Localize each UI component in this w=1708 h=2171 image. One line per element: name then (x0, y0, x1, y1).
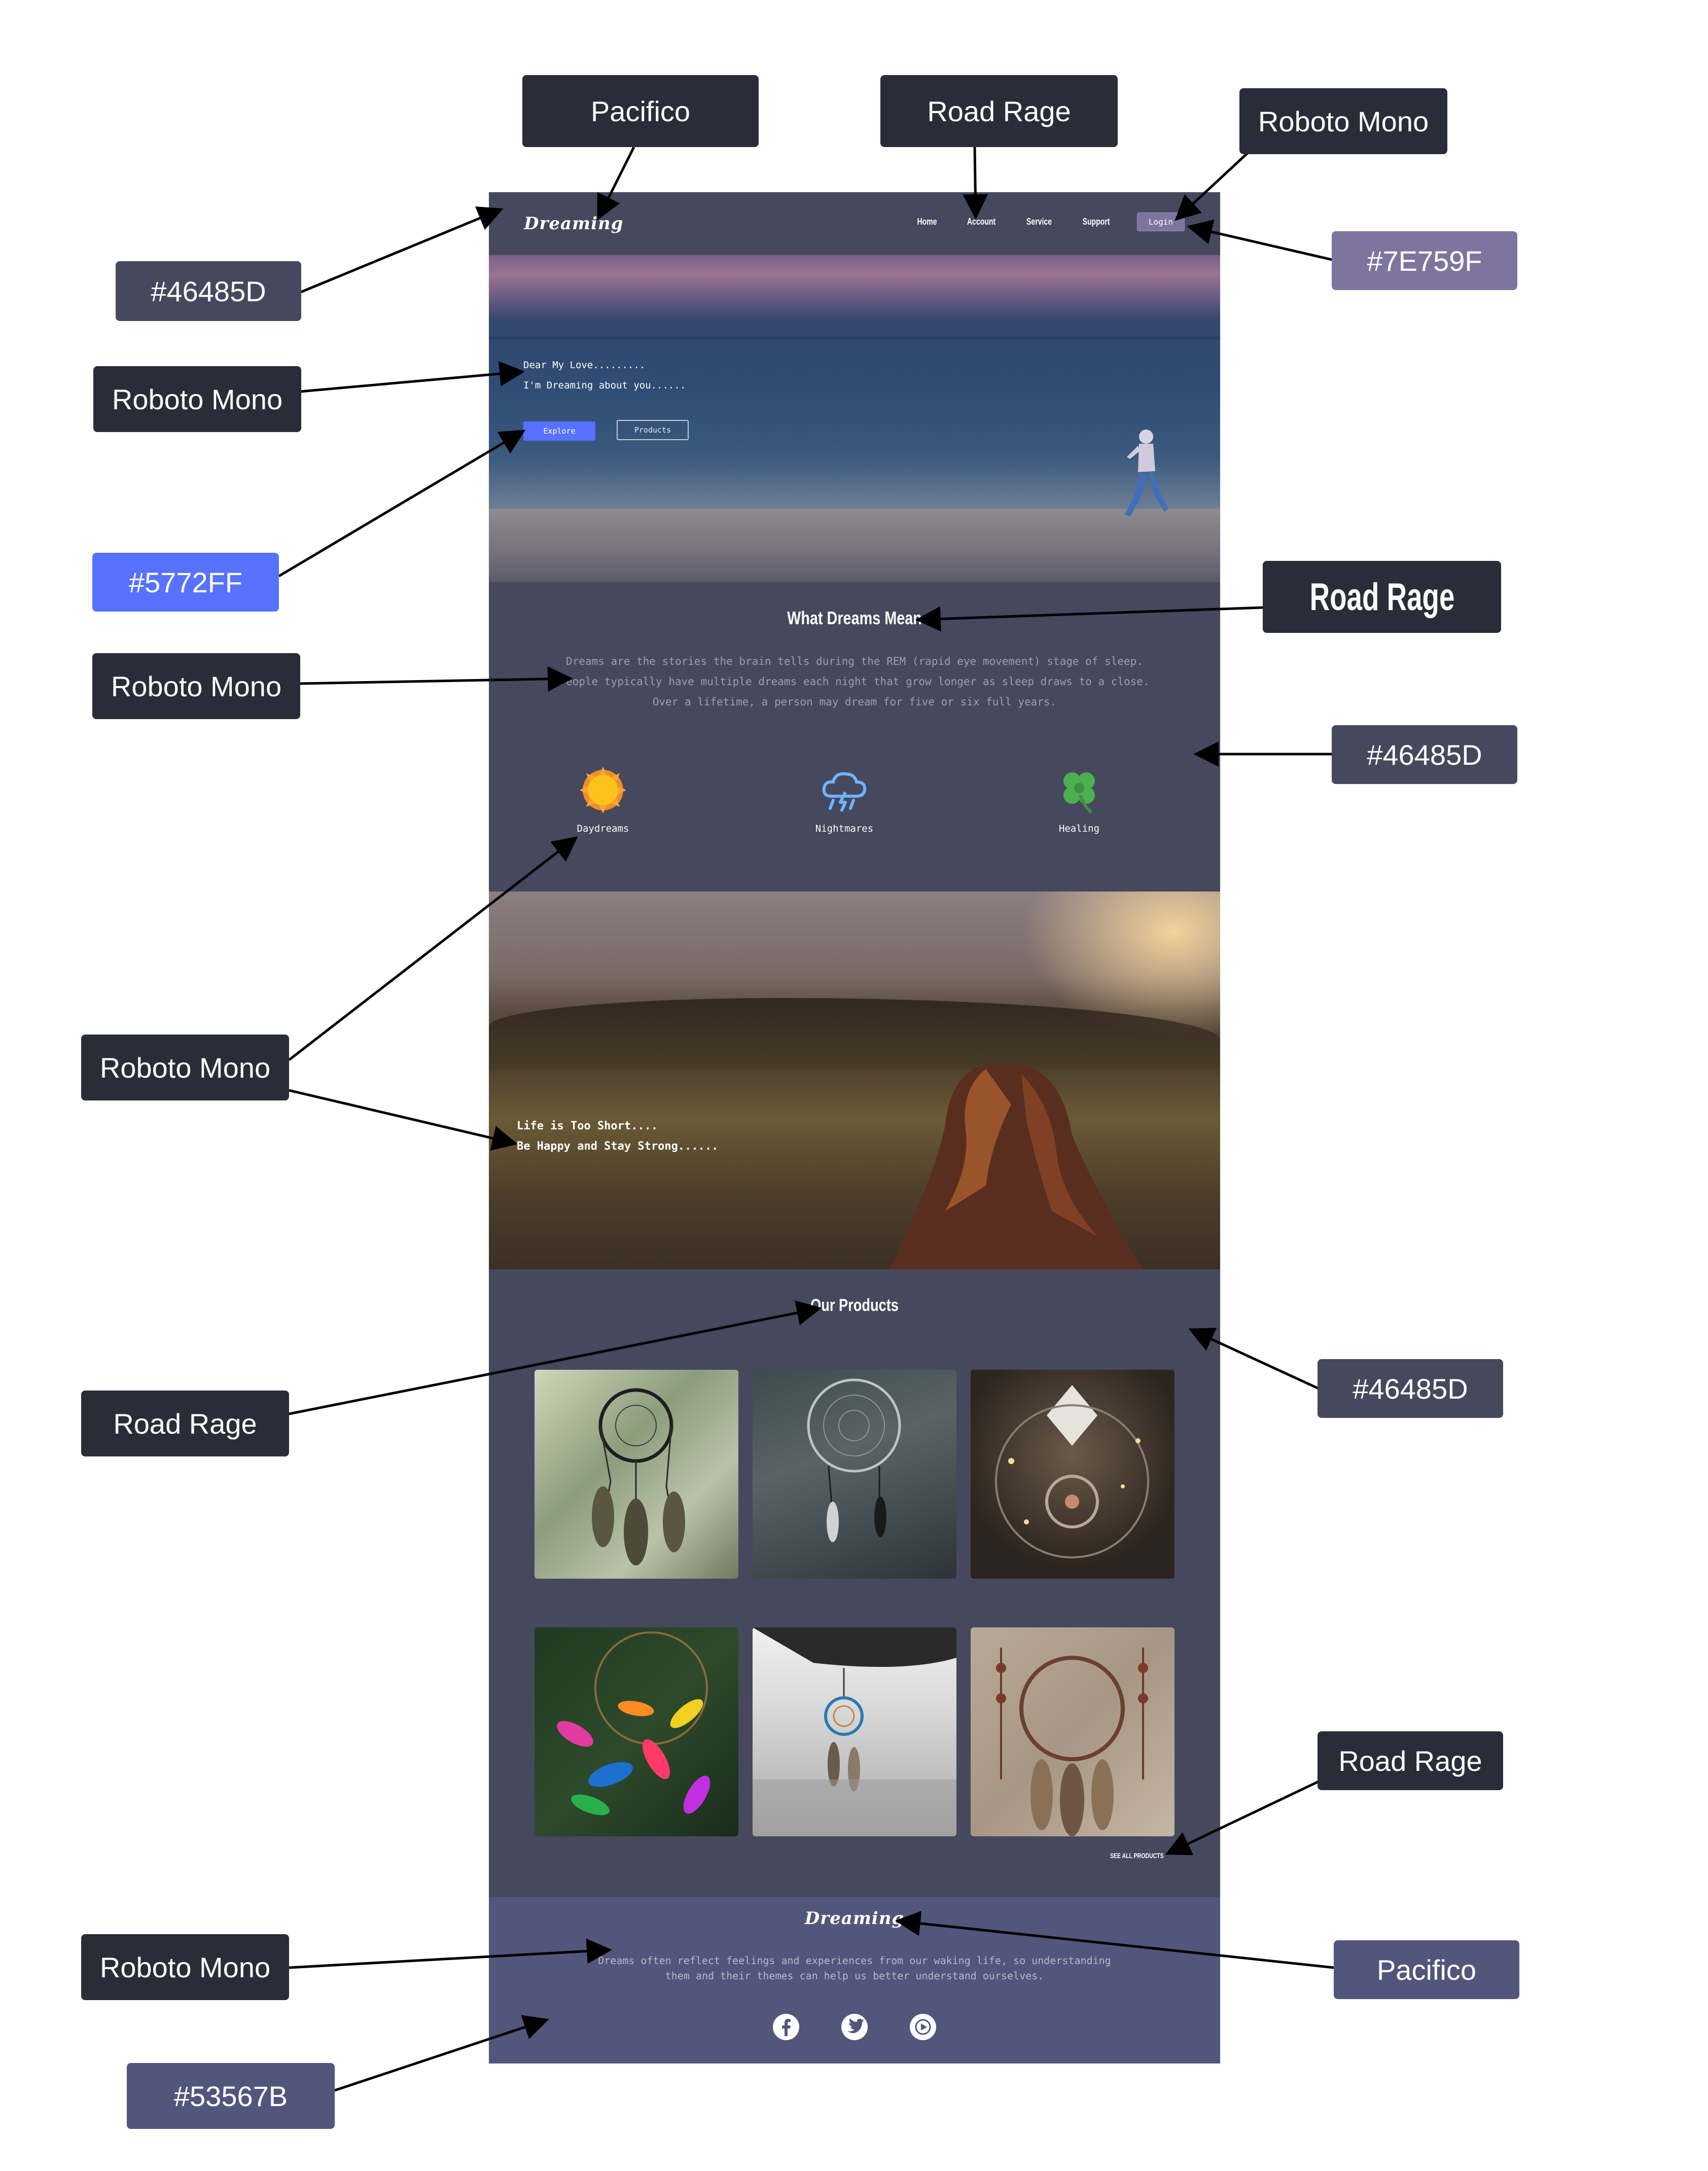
woman-hair-image (889, 1064, 1143, 1269)
feature-nightmares: Nightmares (789, 765, 900, 834)
dreamcatcher-image (592, 1388, 685, 1565)
annotation-color-footer: #53567B (127, 2063, 335, 2129)
hero-line-2: I'm Dreaming about you...... (523, 380, 686, 391)
feature-daydreams: Daydreams (547, 765, 659, 834)
annotation-roadrage-title-text: Road Rage (1309, 575, 1454, 619)
dreams-section: What Dreams Mean Dreams are the stories … (489, 582, 1220, 892)
youtube-icon[interactable] (909, 2013, 937, 2041)
dreams-description: Dreams are the stories the brain tells d… (559, 655, 1150, 708)
hero-section: Dear My Love......... I'm Dreaming about… (489, 255, 1220, 582)
annotation-font-roboto-footer: Roboto Mono (81, 1934, 289, 2000)
banner-line-1: Life is Too Short.... (517, 1120, 658, 1132)
annotation-font-roadrage-seeall: Road Rage (1318, 1731, 1503, 1790)
sun-icon (580, 767, 626, 813)
hero-beach (489, 509, 1220, 582)
annotation-font-roboto-hero: Roboto Mono (93, 366, 301, 432)
annotation-color-dreams: #46485D (1332, 725, 1517, 784)
annotation-font-pacifico-logo: Pacifico (522, 75, 759, 147)
dreamcatcher-image (996, 1648, 1148, 1836)
nav-link-support[interactable]: Support (1082, 217, 1110, 227)
nav-link-home[interactable]: Home (917, 217, 937, 227)
clover-icon (1063, 772, 1095, 814)
banner-section: Life is Too Short.... Be Happy and Stay … (489, 892, 1220, 1269)
see-all-products-link[interactable]: SEE ALL PRODUCTS (1110, 1852, 1164, 1860)
footer-logo[interactable]: Dreaming (489, 1908, 1220, 1929)
dreamcatcher-image (753, 1627, 956, 1836)
product-card-2[interactable] (753, 1370, 956, 1579)
product-card-5[interactable] (753, 1627, 956, 1836)
products-button[interactable]: Products (617, 420, 689, 440)
annotation-font-roboto-description: Roboto Mono (92, 653, 300, 719)
running-person-image (1125, 430, 1168, 517)
hero-line-1: Dear My Love......... (523, 360, 646, 371)
nav-link-service[interactable]: Service (1026, 217, 1052, 227)
annotation-color-explore: #5772FF (92, 553, 279, 612)
annotation-font-pacifico-footer: Pacifico (1334, 1940, 1519, 1999)
product-card-3[interactable] (971, 1370, 1175, 1579)
annotation-color-nav: #46485D (116, 261, 301, 321)
product-card-6[interactable] (971, 1627, 1175, 1836)
feature-nightmares-label: Nightmares (815, 823, 874, 834)
dreamcatcher-image (995, 1385, 1149, 1558)
product-card-1[interactable] (535, 1370, 738, 1579)
twitter-icon[interactable] (840, 2013, 869, 2041)
website-mockup: Dreaming Home Account Service Support Lo… (489, 192, 1220, 2063)
footer-description: Dreams often reflect feelings and experi… (598, 1954, 1111, 1982)
nav-link-account[interactable]: Account (967, 217, 995, 227)
login-button[interactable]: Login (1136, 212, 1185, 231)
banner-line-2: Be Happy and Stay Strong...... (517, 1140, 719, 1153)
annotation-font-roadrage-nav: Road Rage (880, 75, 1118, 147)
annotation-font-roboto-labels: Roboto Mono (81, 1035, 289, 1100)
feature-daydreams-label: Daydreams (577, 823, 629, 834)
nav-logo[interactable]: Dreaming (524, 213, 623, 234)
annotation-font-roadrage-title: Road Rage (1263, 561, 1501, 633)
annotation-color-login: #7E759F (1332, 231, 1517, 290)
footer: Dreaming Dreams often reflect feelings a… (489, 1897, 1220, 2063)
annotation-font-roboto-login: Roboto Mono (1239, 88, 1447, 154)
navbar: Dreaming Home Account Service Support Lo… (489, 192, 1220, 255)
annotation-color-products: #46485D (1318, 1359, 1503, 1418)
facebook-icon[interactable] (772, 2013, 800, 2041)
annotation-font-roadrage-products: Road Rage (81, 1391, 289, 1456)
nav-links: Home Account Service Support Login (914, 212, 1185, 231)
storm-cloud-icon (822, 772, 867, 812)
dreamcatcher-image (807, 1378, 901, 1542)
feature-healing-label: Healing (1058, 823, 1100, 834)
feature-healing: Healing (1023, 765, 1135, 834)
dreamcatcher-image (557, 1631, 710, 1816)
products-section: Our Products SEE ALL PRODUCTS (489, 1269, 1220, 1897)
product-card-4[interactable] (535, 1627, 738, 1836)
products-title: Our Products (810, 1296, 899, 1315)
dreams-title: What Dreams Mean (787, 608, 922, 628)
explore-button[interactable]: Explore (523, 421, 595, 441)
hero-horizon (489, 336, 1220, 339)
